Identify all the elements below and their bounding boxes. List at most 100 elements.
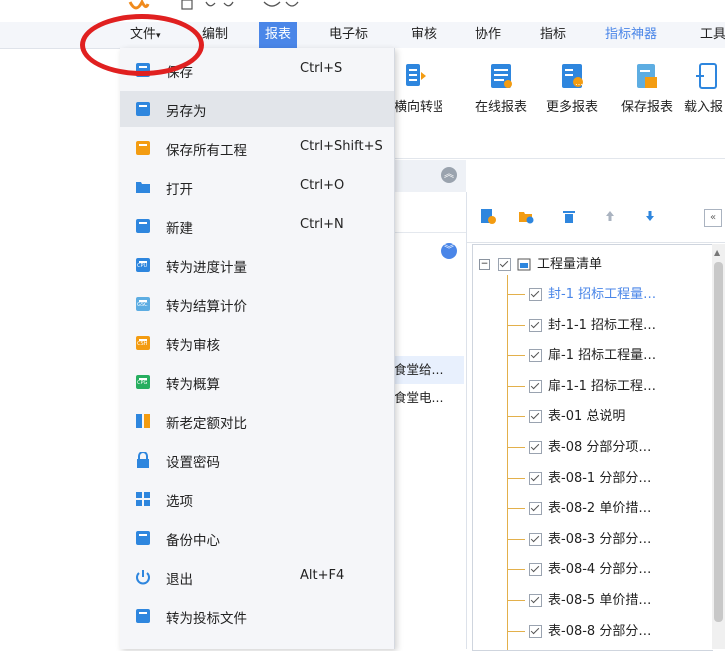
tree-node-label: 表-08-2 单价措… bbox=[548, 501, 652, 517]
tab-compile[interactable]: 编制 bbox=[202, 22, 228, 48]
tab-tools[interactable]: 工具 bbox=[700, 22, 725, 48]
convert-estimate-icon: CPG bbox=[135, 374, 151, 390]
tree-connector bbox=[507, 538, 525, 540]
checkbox[interactable] bbox=[529, 318, 542, 332]
file-menu-item[interactable]: 选项 bbox=[120, 481, 394, 517]
svg-text:CPG: CPG bbox=[137, 380, 148, 386]
tree-connector bbox=[507, 600, 525, 601]
file-menu-item[interactable]: 设置密码 bbox=[120, 442, 394, 478]
tree-node[interactable]: 表-08-1 分部分… bbox=[507, 469, 651, 489]
list-item[interactable]: 食堂电... bbox=[394, 387, 464, 409]
tree-connector bbox=[507, 355, 525, 357]
tree-node[interactable]: 扉-1 招标工程量… bbox=[507, 346, 656, 366]
tab-report[interactable]: 报表 bbox=[259, 22, 298, 48]
more-quick-icon[interactable] bbox=[262, 0, 302, 12]
collapse-node-icon[interactable]: − bbox=[479, 259, 490, 270]
checkbox[interactable] bbox=[529, 502, 542, 516]
move-down-icon[interactable] bbox=[642, 208, 658, 224]
online-report-button[interactable]: 在线报表 bbox=[464, 62, 538, 115]
tree-connector bbox=[507, 569, 525, 571]
tree-root[interactable]: − 工程量清单 bbox=[479, 255, 602, 275]
file-menu-item[interactable]: CSH 转为审核 bbox=[120, 325, 394, 361]
file-menu-item[interactable]: 另存为 bbox=[120, 91, 394, 127]
checkbox[interactable] bbox=[498, 258, 511, 271]
file-menu-item[interactable]: 退出 Alt+F4 bbox=[120, 559, 394, 595]
save-as-icon bbox=[135, 101, 151, 117]
checkbox[interactable] bbox=[529, 441, 542, 454]
file-menu-item[interactable]: CPG 转为概算 bbox=[120, 364, 394, 400]
file-menu-item[interactable]: 打开 Ctrl+O bbox=[120, 169, 394, 205]
tab-collaborate[interactable]: 协作 bbox=[475, 22, 501, 48]
orientation-label: 横向转竖向 bbox=[394, 100, 442, 115]
tab-indicator-tool[interactable]: 指标神器 bbox=[605, 22, 657, 48]
add-folder-icon[interactable] bbox=[518, 208, 534, 224]
svg-text:…: … bbox=[575, 78, 583, 87]
tree-node-label: 表-01 总说明 bbox=[548, 409, 626, 425]
checkbox[interactable] bbox=[529, 532, 542, 546]
report-toolbar: « bbox=[467, 192, 725, 243]
checkbox[interactable] bbox=[529, 288, 542, 301]
file-menu-item-label: 退出 bbox=[166, 572, 193, 588]
redo-icon[interactable] bbox=[222, 0, 236, 12]
scrollbar-thumb[interactable] bbox=[714, 262, 723, 622]
file-menu-item-label: 转为概算 bbox=[166, 377, 220, 393]
checkbox[interactable] bbox=[529, 379, 542, 393]
more-reports-button[interactable]: … 更多报表 bbox=[535, 62, 609, 115]
lock-icon bbox=[135, 451, 151, 468]
tree-node-label: 表-08-5 单价措… bbox=[548, 593, 652, 608]
compare-icon bbox=[135, 413, 151, 429]
tree-node[interactable]: 表-08-4 分部分… bbox=[507, 560, 651, 580]
save-quick-icon[interactable] bbox=[181, 0, 193, 12]
tree-node[interactable]: 表-08-3 分部分… bbox=[507, 530, 651, 550]
tree-node[interactable]: 封-1-1 招标工程… bbox=[507, 316, 656, 336]
file-menu-item-label: 备份中心 bbox=[166, 533, 220, 549]
tree-node[interactable]: 表-08-8 分部分… bbox=[507, 622, 651, 642]
power-icon bbox=[135, 569, 151, 585]
file-menu-item-label: 转为审核 bbox=[166, 338, 220, 354]
save-report-icon bbox=[637, 64, 657, 88]
convert-settlement-icon: GSC bbox=[135, 296, 151, 312]
checkbox[interactable] bbox=[529, 471, 542, 485]
tab-electronic-bid[interactable]: 电子标 bbox=[329, 22, 368, 48]
tree-node[interactable]: 表-08-5 单价措… bbox=[507, 591, 651, 611]
file-menu-item[interactable]: GSC 转为结算计价 bbox=[120, 286, 394, 322]
tree-node[interactable]: 表-08 分部分项… bbox=[507, 438, 651, 458]
checkbox[interactable] bbox=[529, 624, 542, 638]
collapse-down-icon[interactable]: ︾ bbox=[441, 243, 457, 259]
checkbox[interactable] bbox=[529, 594, 542, 607]
tab-audit[interactable]: 审核 bbox=[411, 22, 437, 48]
list-item[interactable]: 食堂给... bbox=[394, 356, 464, 384]
tree-connector bbox=[507, 508, 525, 510]
file-menu-item[interactable]: 备份中心 bbox=[120, 520, 394, 556]
tab-indicator[interactable]: 指标 bbox=[540, 22, 566, 48]
load-report-button[interactable]: 载入报 bbox=[684, 62, 725, 115]
online-report-icon bbox=[491, 64, 512, 88]
file-menu-item-label: 另存为 bbox=[166, 104, 207, 120]
collapse-left-icon[interactable]: « bbox=[704, 209, 722, 227]
file-menu-item[interactable]: 转为投标文件 bbox=[120, 598, 394, 634]
tree-node[interactable]: 封-1 招标工程量… bbox=[507, 285, 656, 305]
tree-node[interactable]: 表-01 总说明 bbox=[507, 407, 625, 427]
checkbox[interactable] bbox=[529, 410, 542, 424]
file-menu-item[interactable]: 新老定额对比 bbox=[120, 403, 394, 439]
file-menu-item-shortcut: Alt+F4 bbox=[300, 568, 345, 583]
save-report-label: 保存报表 bbox=[620, 100, 673, 115]
tree-node[interactable]: 扉-1-1 招标工程… bbox=[507, 377, 656, 397]
convert-progress-icon: CPU bbox=[135, 257, 151, 273]
svg-text:GSC: GSC bbox=[137, 302, 148, 308]
delete-icon[interactable] bbox=[561, 208, 577, 224]
file-menu-item-label: 保存所有工程 bbox=[166, 143, 247, 159]
file-menu-item[interactable]: 新建 Ctrl+N bbox=[120, 208, 394, 244]
checkbox[interactable] bbox=[529, 349, 542, 363]
collapse-up-icon[interactable]: ︽ bbox=[441, 167, 457, 183]
undo-icon[interactable] bbox=[203, 0, 217, 12]
checkbox[interactable] bbox=[529, 563, 542, 577]
move-up-icon[interactable] bbox=[602, 208, 618, 224]
file-menu-item[interactable]: CPU 转为进度计量 bbox=[120, 247, 394, 283]
tree-node[interactable]: 表-08-2 单价措… bbox=[507, 499, 651, 519]
add-report-icon[interactable] bbox=[480, 208, 496, 224]
file-menu-item[interactable]: 保存所有工程 Ctrl+Shift+S bbox=[120, 130, 394, 166]
tree-node-label: 表-08-8 分部分… bbox=[548, 623, 652, 639]
backup-icon bbox=[135, 530, 151, 546]
save-report-button[interactable]: 保存报表 bbox=[610, 62, 684, 115]
